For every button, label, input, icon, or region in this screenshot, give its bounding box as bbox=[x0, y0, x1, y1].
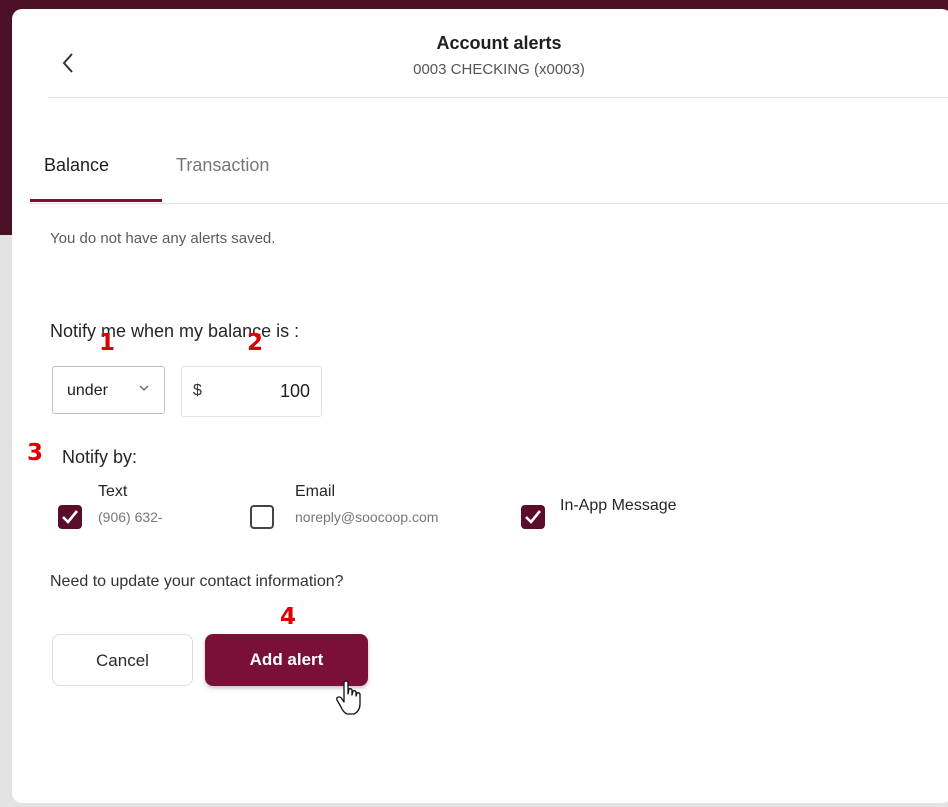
tab-transaction[interactable]: Transaction bbox=[176, 155, 269, 176]
email-option-label: Email bbox=[295, 483, 336, 500]
update-contact-link[interactable]: Need to update your contact information? bbox=[50, 573, 344, 591]
header-divider bbox=[48, 97, 948, 98]
text-option-label: Text bbox=[98, 483, 128, 500]
active-tab-indicator bbox=[30, 199, 162, 202]
condition-select-value: under bbox=[67, 382, 108, 399]
chevron-down-icon bbox=[139, 381, 149, 395]
text-checkbox[interactable] bbox=[58, 505, 82, 529]
in-app-message-checkbox[interactable] bbox=[521, 505, 545, 529]
checkmark-icon bbox=[525, 510, 542, 524]
tabs-divider bbox=[30, 203, 948, 204]
amount-value: 100 bbox=[279, 381, 310, 401]
account-alerts-panel: Account alerts 0003 CHECKING (x0003) Bal… bbox=[12, 9, 948, 803]
cancel-button[interactable]: Cancel bbox=[52, 634, 193, 686]
email-option-detail: noreply@soocoop.com bbox=[295, 509, 439, 525]
condition-select[interactable]: under bbox=[52, 366, 165, 414]
annotation-marker-4: 4 bbox=[280, 604, 297, 630]
hand-pointer-icon bbox=[336, 680, 362, 721]
amount-input[interactable]: $ 100 bbox=[181, 366, 322, 417]
currency-symbol: $ bbox=[193, 382, 202, 399]
page-title: Account alerts bbox=[436, 33, 562, 53]
add-alert-button[interactable]: Add alert bbox=[205, 634, 368, 686]
text-option-detail: (906) 632- bbox=[98, 509, 163, 525]
email-checkbox[interactable] bbox=[250, 505, 274, 529]
checkmark-icon bbox=[62, 510, 79, 524]
annotation-marker-2: 2 bbox=[247, 330, 264, 356]
tab-balance[interactable]: Balance bbox=[44, 155, 109, 176]
annotation-marker-3: 3 bbox=[27, 440, 44, 466]
in-app-message-option-label: In-App Message bbox=[560, 497, 677, 514]
notify-by-label: Notify by: bbox=[62, 447, 138, 467]
account-subtitle: 0003 CHECKING (x0003) bbox=[413, 61, 585, 78]
annotation-marker-1: 1 bbox=[99, 330, 116, 356]
empty-alerts-message: You do not have any alerts saved. bbox=[50, 230, 276, 247]
